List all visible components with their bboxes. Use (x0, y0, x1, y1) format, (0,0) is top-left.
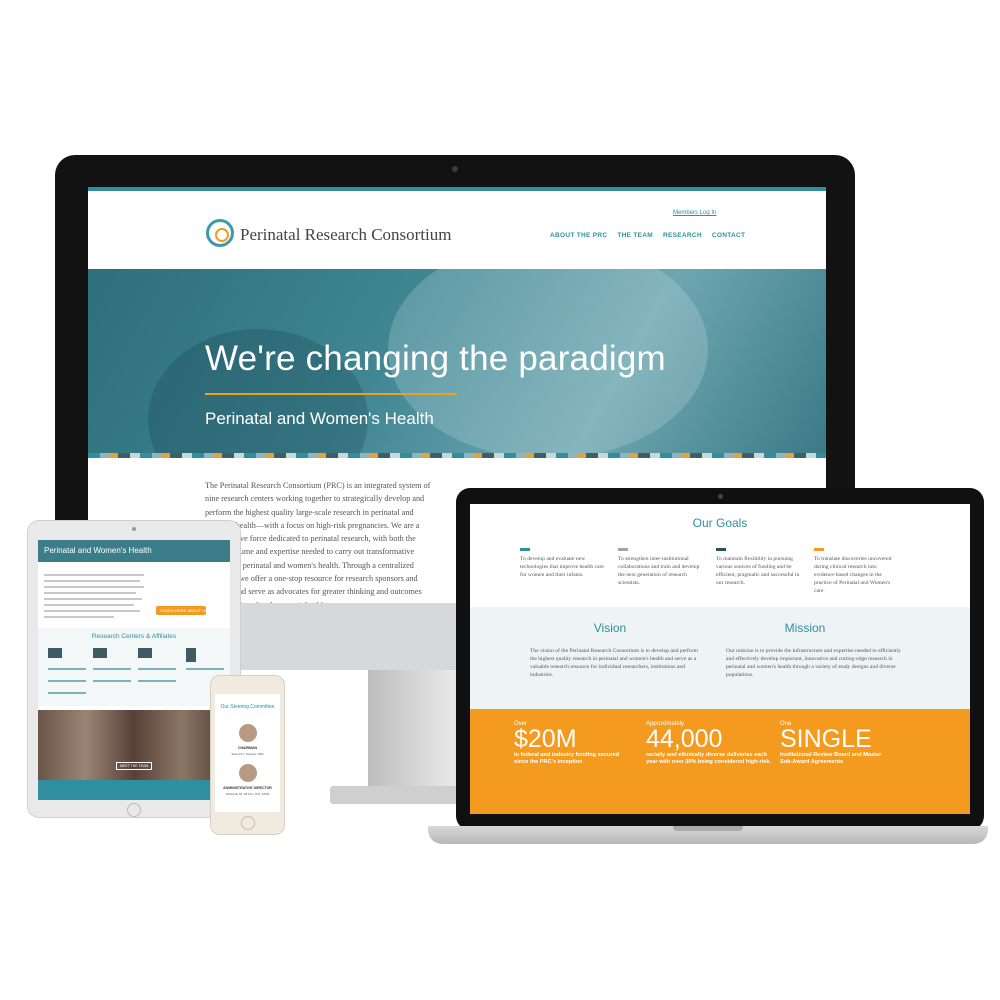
text-line (44, 616, 114, 618)
avatar (239, 764, 257, 782)
member-name[interactable]: Michelle M. DiVito, RN, MSN (215, 792, 280, 796)
hero-title: We're changing the paradigm (205, 339, 666, 378)
goal-item: To develop and evaluate new technologies… (520, 548, 605, 579)
center-link[interactable] (93, 680, 131, 682)
tablet-hero: Perinatal and Women's Health (38, 540, 230, 562)
hero-subtitle: Perinatal and Women's Health (205, 409, 434, 428)
logo-icon[interactable] (206, 219, 234, 247)
nav-team[interactable]: THE TEAM (617, 232, 653, 239)
meet-the-team-button[interactable]: MEET THE TEAM (116, 762, 152, 770)
center-link[interactable] (48, 680, 86, 682)
goal-accent (814, 548, 824, 551)
steering-committee-title: Our Steering Committee (220, 704, 275, 710)
stat-funding: Over $20M in federal and industry fundin… (514, 721, 629, 766)
text-line (44, 592, 136, 594)
goal-text: To strengthen inter-institutional collab… (618, 556, 700, 586)
stat-deliveries: Approximately 44,000 racially and ethnic… (646, 721, 771, 766)
mosaic-divider (88, 453, 826, 458)
meet-the-team-label: MEET THE TEAM (120, 764, 149, 768)
nav-research[interactable]: RESEARCH (663, 232, 702, 239)
tablet-hero-title: Perinatal and Women's Health (44, 546, 152, 555)
goal-accent (716, 548, 726, 551)
goal-item: To translate discoveries uncovered durin… (814, 548, 899, 595)
state-map-icon (138, 648, 152, 658)
text-line (44, 586, 144, 588)
member-name[interactable]: Ronald J. Wapner, MD (215, 752, 280, 756)
member-role: ADMINISTRATIVE DIRECTOR (223, 786, 272, 790)
site-title[interactable]: Perinatal Research Consortium (240, 225, 452, 245)
home-button-icon[interactable] (127, 803, 141, 817)
stat-description: Institutional Review Board and Master Su… (780, 752, 882, 765)
camera-icon (452, 166, 458, 172)
goal-text: To translate discoveries uncovered durin… (814, 556, 892, 594)
research-centers-title: Research Centers & Affiliates (91, 633, 177, 640)
state-map-icon (93, 648, 107, 658)
hero-divider (205, 393, 457, 395)
hero-banner: We're changing the paradigm Perinatal an… (88, 269, 826, 455)
member-role: CHAIRMAN (237, 746, 258, 750)
goal-item: To maintain flexibility in pursuing vari… (716, 548, 801, 587)
laptop-screen: Our Goals To develop and evaluate new te… (470, 504, 970, 814)
top-accent-bar (88, 187, 826, 191)
vision-mission-section: Vision The vision of the Perinatal Resea… (470, 607, 970, 709)
center-link[interactable] (138, 680, 176, 682)
center-link[interactable] (138, 668, 176, 670)
stat-description: racially and ethnically diverse deliveri… (646, 752, 771, 765)
phone-screen: Our Steering Committee CHAIRMAN Ronald J… (215, 694, 280, 812)
goal-text: To develop and evaluate new technologies… (520, 556, 604, 578)
main-nav: ABOUT THE PRC THE TEAM RESEARCH CONTACT (550, 232, 745, 239)
tablet-screen: Perinatal and Women's Health LEARN MORE … (38, 540, 230, 800)
center-link[interactable] (186, 668, 224, 670)
stat-value: SINGLE (780, 725, 872, 753)
tablet-camera-icon (132, 527, 136, 531)
goals-title: Our Goals (692, 516, 748, 530)
text-line (44, 580, 140, 582)
goal-text: To maintain flexibility in pursuing vari… (716, 556, 800, 586)
text-line (44, 574, 144, 576)
center-link[interactable] (48, 668, 86, 670)
vision-title: Vision (593, 621, 627, 635)
learn-more-button[interactable]: LEARN MORE ABOUT US (156, 606, 208, 615)
laptop-notch (673, 826, 743, 831)
text-line (44, 598, 142, 600)
text-line (44, 604, 134, 606)
members-login-link[interactable]: Members Log In (673, 210, 716, 216)
mission-title: Mission (784, 621, 826, 635)
center-link[interactable] (93, 668, 131, 670)
nav-contact[interactable]: CONTACT (712, 232, 745, 239)
mission-text: Our mission is to provide the infrastruc… (726, 648, 901, 678)
nav-about[interactable]: ABOUT THE PRC (550, 232, 607, 239)
vision-text: The vision of the Perinatal Research Con… (530, 648, 698, 678)
state-map-icon (48, 648, 62, 658)
text-line (44, 610, 140, 612)
learn-more-label: LEARN MORE ABOUT US (160, 608, 208, 613)
center-link[interactable] (48, 692, 86, 694)
stat-value: 44,000 (646, 725, 723, 753)
stats-section: Over $20M in federal and industry fundin… (470, 709, 970, 814)
goal-accent (520, 548, 530, 551)
state-map-icon (186, 648, 196, 662)
stat-irb: One SINGLE Institutional Review Board an… (780, 721, 895, 766)
avatar (239, 724, 257, 742)
stat-description: in federal and industry funding secured … (514, 752, 620, 765)
stat-value: $20M (514, 725, 577, 753)
tablet-footer (38, 780, 230, 800)
phone-home-button-icon[interactable] (241, 816, 255, 830)
laptop-camera-icon (718, 494, 723, 499)
goal-accent (618, 548, 628, 551)
goal-item: To strengthen inter-institutional collab… (618, 548, 703, 587)
